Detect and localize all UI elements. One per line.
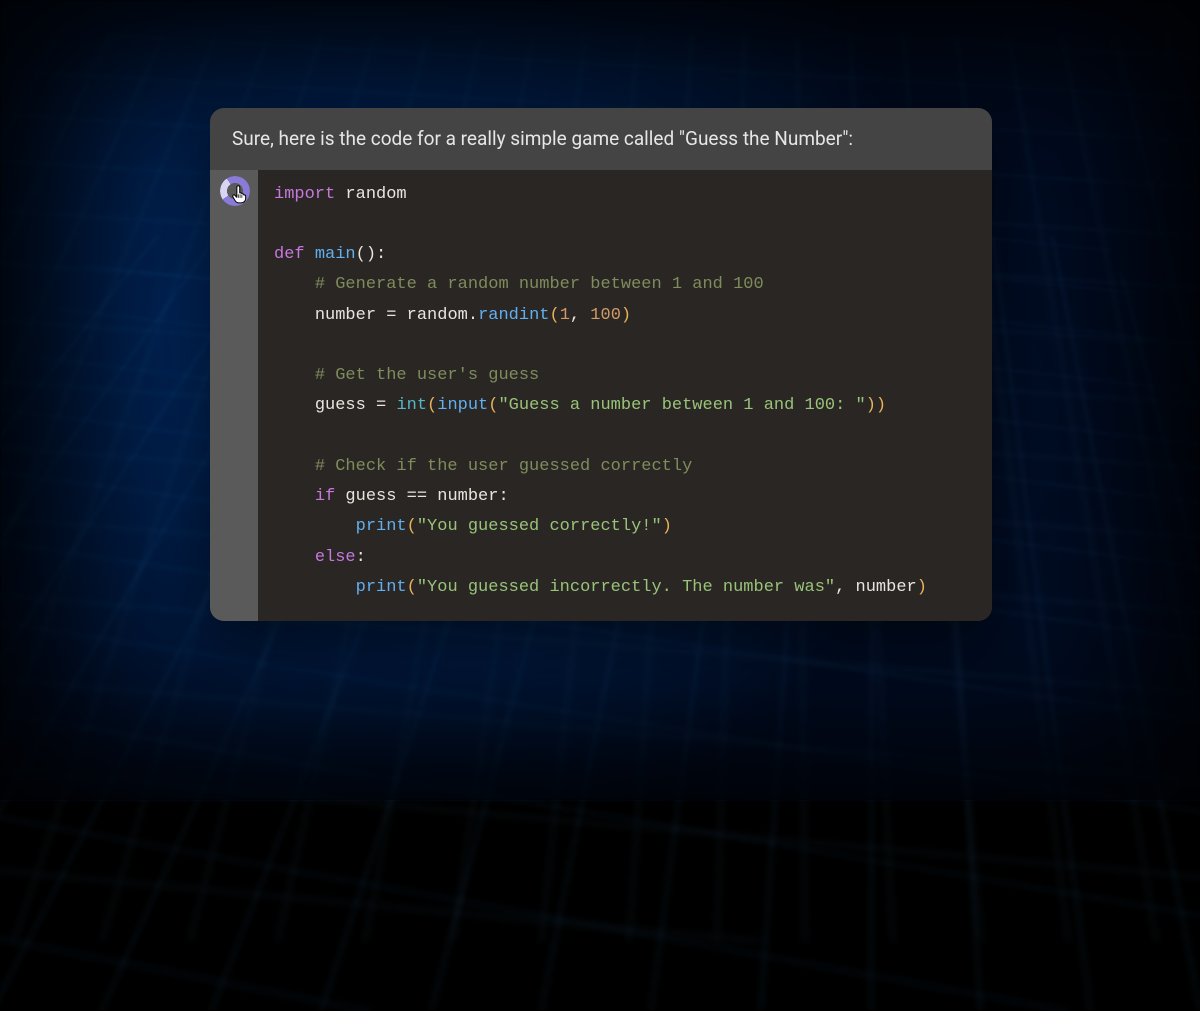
chat-intro-text: Sure, here is the code for a really simp…: [210, 108, 992, 170]
token-punctuation: (: [488, 396, 498, 415]
token-keyword: else: [315, 548, 356, 567]
loading-spinner-icon: [220, 176, 250, 206]
token-punctuation: ():: [356, 245, 387, 264]
token-string: "You guessed incorrectly. The number was…: [417, 578, 835, 597]
code-block-container: import random def main(): # Generate a r…: [210, 170, 992, 622]
token-punctuation: (: [407, 517, 417, 536]
token-punctuation: ,: [570, 306, 590, 325]
token-keyword: def: [274, 245, 305, 264]
token-operator: =: [376, 396, 386, 415]
token-punctuation: )): [866, 396, 886, 415]
code-gutter: [210, 170, 258, 622]
token-function: randint: [478, 306, 549, 325]
hand-pointer-cursor-icon: [230, 185, 248, 205]
token-punctuation: (: [549, 306, 559, 325]
token-punctuation: ): [917, 578, 927, 597]
token-operator: =: [386, 306, 396, 325]
token-function: main: [315, 245, 356, 264]
token-keyword: import: [274, 185, 335, 204]
token-function: print: [356, 578, 407, 597]
token-identifier: guess: [345, 487, 396, 506]
code-editor[interactable]: import random def main(): # Generate a r…: [258, 170, 992, 622]
token-comment: # Get the user's guess: [315, 366, 539, 385]
token-punctuation: :: [498, 487, 508, 506]
token-function: print: [356, 517, 407, 536]
token-punctuation: ): [662, 517, 672, 536]
token-identifier: guess: [315, 396, 366, 415]
token-identifier: random: [407, 306, 468, 325]
token-identifier: number: [437, 487, 498, 506]
token-module: random: [345, 185, 406, 204]
token-punctuation: (: [407, 578, 417, 597]
token-punctuation: :: [356, 548, 366, 567]
token-operator: ==: [407, 487, 427, 506]
token-function: input: [437, 396, 488, 415]
token-comment: # Generate a random number between 1 and…: [315, 275, 764, 294]
token-punctuation: .: [468, 306, 478, 325]
token-number: 100: [590, 306, 621, 325]
token-punctuation: ,: [835, 578, 855, 597]
token-string: "You guessed correctly!": [417, 517, 662, 536]
token-punctuation: (: [427, 396, 437, 415]
token-builtin: int: [396, 396, 427, 415]
token-keyword: if: [315, 487, 335, 506]
token-punctuation: ): [621, 306, 631, 325]
token-identifier: number: [315, 306, 376, 325]
chat-response-card: Sure, here is the code for a really simp…: [210, 108, 992, 621]
token-string: "Guess a number between 1 and 100: ": [498, 396, 865, 415]
token-identifier: number: [856, 578, 917, 597]
token-number: 1: [560, 306, 570, 325]
token-comment: # Check if the user guessed correctly: [315, 457, 692, 476]
